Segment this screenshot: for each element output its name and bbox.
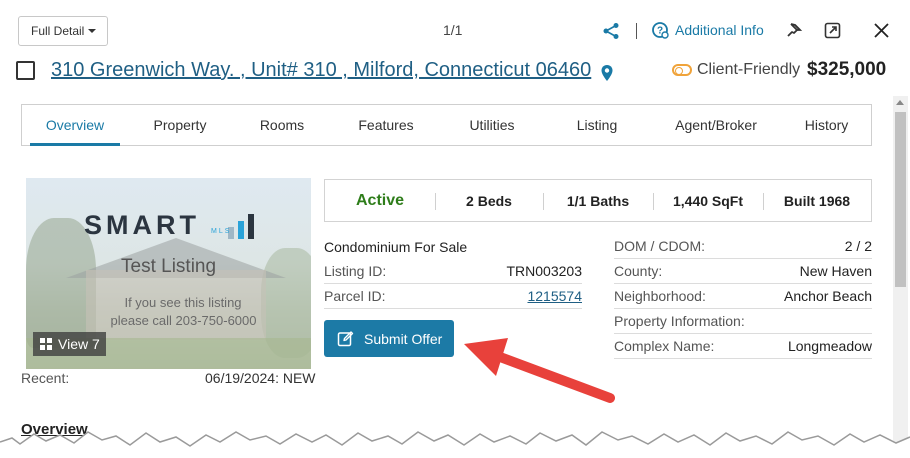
property-type: Condominium For Sale: [324, 238, 468, 255]
parcel-id-link[interactable]: 1215574: [527, 288, 582, 304]
tab-features[interactable]: Features: [332, 105, 440, 145]
complex-name-row: Complex Name: Longmeadow: [614, 334, 872, 359]
mls-text: MLS: [211, 228, 232, 235]
mls-bars-icon: [228, 214, 254, 239]
county-value: New Haven: [799, 263, 872, 279]
torn-paper-edge: [0, 431, 910, 458]
property-information-label: Property Information:: [614, 313, 745, 329]
client-friendly-label: Client-Friendly: [697, 61, 801, 78]
submit-offer-label: Submit Offer: [364, 330, 443, 347]
tab-history[interactable]: History: [782, 105, 871, 145]
watermark-line-2: please call 203-750-6000: [110, 313, 257, 328]
property-type-row: Condominium For Sale: [324, 234, 582, 259]
view-mode-label: Full Detail: [31, 24, 85, 38]
caret-down-icon: [88, 29, 97, 33]
complex-name-value: Longmeadow: [787, 338, 872, 354]
submit-offer-button[interactable]: Submit Offer: [324, 320, 454, 357]
watermark-line-1: If you see this listing: [124, 295, 242, 310]
additional-info-label: Additional Info: [675, 22, 764, 38]
callout-arrow-icon: [464, 338, 615, 403]
select-listing-checkbox[interactable]: [16, 61, 35, 80]
additional-info-link[interactable]: ? Additional Info: [651, 21, 764, 39]
parcel-id-row: Parcel ID: 1215574: [324, 284, 582, 309]
tab-overview[interactable]: Overview: [22, 105, 128, 146]
complex-name-label: Complex Name:: [614, 338, 715, 354]
listing-price: $325,000: [807, 59, 887, 80]
dom-value: 2 / 2: [844, 238, 872, 254]
share-icon[interactable]: [602, 22, 620, 40]
baths-count: 1/1 Baths: [543, 180, 653, 221]
listing-id-row: Listing ID: TRN003203: [324, 259, 582, 284]
tab-rooms[interactable]: Rooms: [232, 105, 332, 145]
vertical-scrollbar[interactable]: [893, 96, 908, 458]
edit-icon: [337, 331, 354, 347]
listing-photo[interactable]: SMART MLS Test Listing If you see this l…: [26, 178, 311, 369]
pager: 1/1: [443, 22, 463, 38]
neighborhood-value: Anchor Beach: [784, 288, 872, 304]
view-photos-label: View 7: [58, 336, 100, 352]
pin-icon[interactable]: [784, 21, 804, 41]
tab-property[interactable]: Property: [128, 105, 232, 145]
square-footage: 1,440 SqFt: [653, 180, 763, 221]
recent-label: Recent:: [21, 370, 70, 386]
toolbar-divider: [636, 23, 637, 39]
beds-count: 2 Beds: [435, 180, 543, 221]
tab-listing[interactable]: Listing: [544, 105, 650, 145]
view-photos-button[interactable]: View 7: [33, 332, 106, 356]
recent-value: 06/19/2024: NEW: [205, 370, 316, 386]
client-friendly-toggle-icon[interactable]: [672, 64, 692, 76]
dom-label: DOM / CDOM:: [614, 238, 705, 254]
parcel-id-label: Parcel ID:: [324, 288, 386, 304]
detail-tabs: Overview Property Rooms Features Utiliti…: [21, 104, 872, 146]
property-information-row: Property Information:: [614, 309, 872, 334]
info-gear-icon: ?: [652, 22, 669, 39]
neighborhood-row: Neighborhood: Anchor Beach: [614, 284, 872, 309]
close-icon[interactable]: [873, 22, 890, 39]
grid-icon: [40, 338, 52, 350]
listing-address-link[interactable]: 310 Greenwich Way. , Unit# 310 , Milford…: [51, 59, 591, 82]
details-right: DOM / CDOM: 2 / 2 County: New Haven Neig…: [614, 234, 872, 359]
scrollbar-thumb[interactable]: [895, 112, 906, 287]
tab-agent-broker[interactable]: Agent/Broker: [650, 105, 782, 145]
county-label: County:: [614, 263, 663, 279]
open-new-window-icon[interactable]: [824, 22, 841, 39]
top-bar: Full Detail 1/1 ? Additional Info 310 Gr…: [0, 0, 910, 95]
listing-id-value: TRN003203: [506, 263, 583, 279]
view-mode-dropdown[interactable]: Full Detail: [18, 16, 108, 46]
listing-id-label: Listing ID:: [324, 263, 387, 279]
dom-row: DOM / CDOM: 2 / 2: [614, 234, 872, 259]
scroll-up-arrow-icon[interactable]: [896, 100, 904, 105]
county-row: County: New Haven: [614, 259, 872, 284]
smart-mls-logo: SMART: [84, 210, 200, 240]
map-marker-icon[interactable]: [600, 64, 614, 82]
status-badge: Active: [355, 191, 405, 209]
neighborhood-label: Neighborhood:: [614, 288, 706, 304]
year-built: Built 1968: [763, 180, 871, 221]
details-left: Condominium For Sale Listing ID: TRN0032…: [324, 234, 582, 314]
test-listing-watermark: Test Listing: [121, 256, 217, 277]
tab-utilities[interactable]: Utilities: [440, 105, 544, 145]
summary-bar: Active 2 Beds 1/1 Baths 1,440 SqFt Built…: [324, 179, 872, 222]
